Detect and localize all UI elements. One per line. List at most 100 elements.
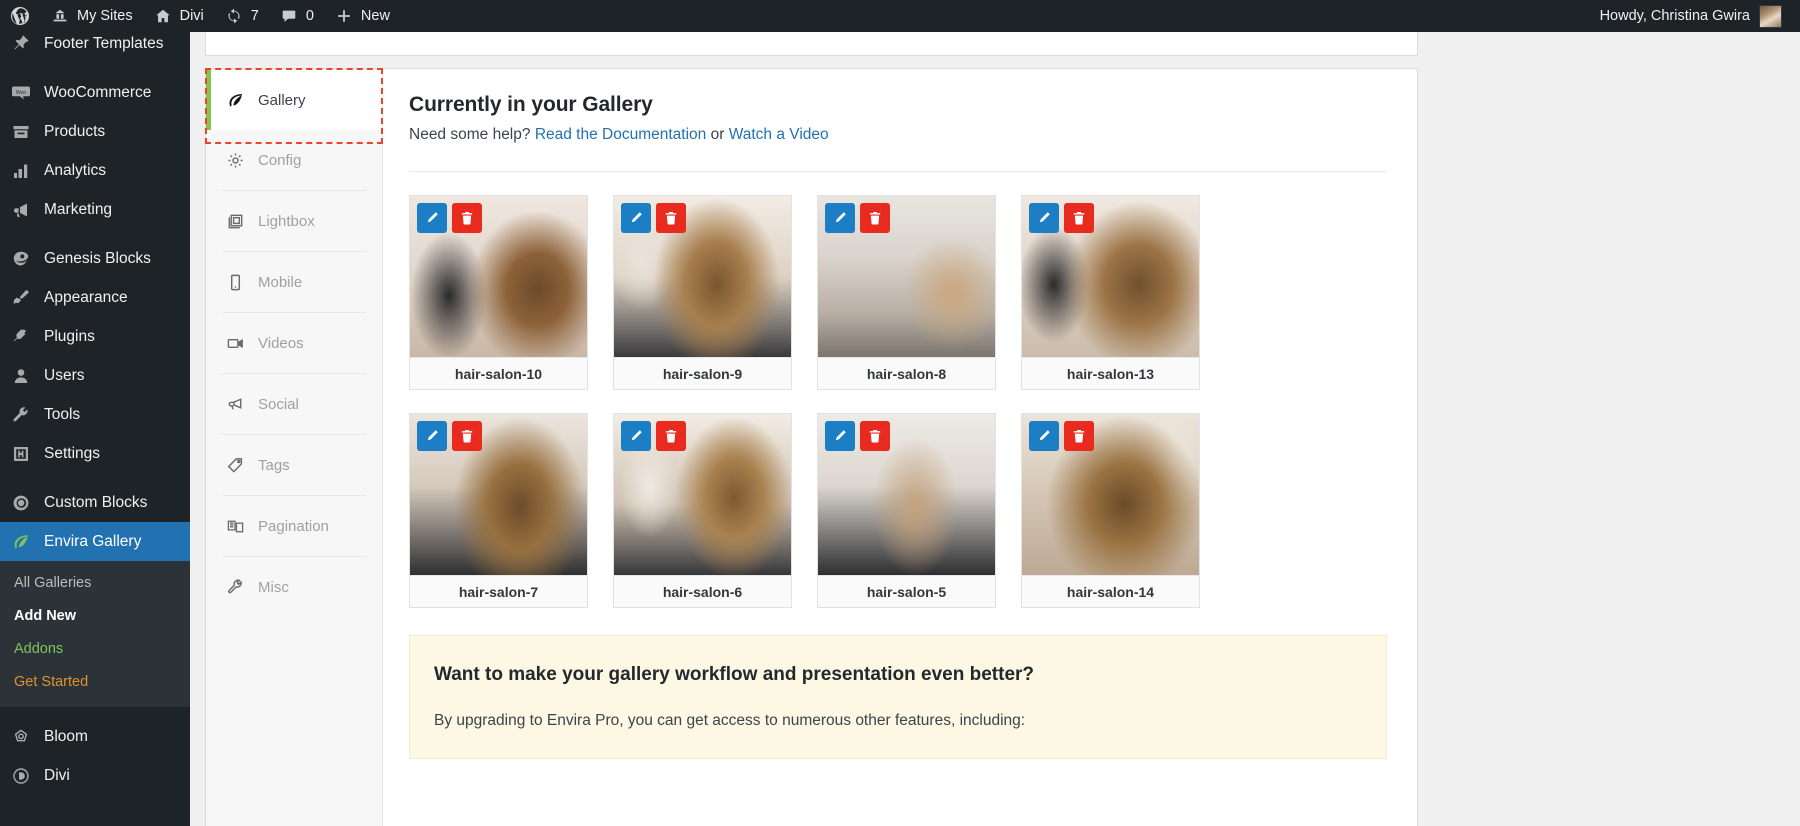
- paintbrush-icon: [10, 287, 32, 309]
- edit-image-button[interactable]: [825, 421, 855, 451]
- envira-gallery-submenu: All Galleries Add New Addons Get Started: [0, 561, 190, 707]
- sidebar-item-envira-gallery[interactable]: Envira Gallery: [0, 522, 190, 561]
- gallery-item[interactable]: hair-salon-6: [613, 413, 792, 608]
- sidebar-item-plugins[interactable]: Plugins: [0, 317, 190, 356]
- tab-social[interactable]: Social: [206, 374, 382, 434]
- comments-icon: [279, 6, 299, 26]
- gallery-item[interactable]: hair-salon-7: [409, 413, 588, 608]
- thumbnail-image-wrapper[interactable]: [614, 414, 791, 575]
- tab-label: Mobile: [258, 273, 303, 291]
- sidebar-item-products[interactable]: Products: [0, 112, 190, 151]
- thumbnail-image-wrapper[interactable]: [410, 414, 587, 575]
- admin-bar-wordpress-logo[interactable]: [0, 0, 40, 32]
- thumbnail-image-wrapper[interactable]: [818, 414, 995, 575]
- admin-bar-left: My Sites Divi 7 0 New: [0, 0, 400, 32]
- upgrade-promo-title: Want to make your gallery workflow and p…: [434, 664, 1035, 685]
- tab-config[interactable]: Config: [206, 130, 382, 190]
- edit-image-button[interactable]: [417, 203, 447, 233]
- delete-image-button[interactable]: [656, 203, 686, 233]
- sidebar-item-divi[interactable]: Divi: [0, 756, 190, 795]
- sidebar-item-label: Custom Blocks: [44, 493, 148, 511]
- tab-videos[interactable]: Videos: [206, 313, 382, 373]
- delete-image-button[interactable]: [1064, 421, 1094, 451]
- admin-bar-my-sites[interactable]: My Sites: [40, 0, 143, 32]
- tab-mobile[interactable]: Mobile: [206, 252, 382, 312]
- delete-image-button[interactable]: [1064, 203, 1094, 233]
- settings-icon: [10, 443, 32, 465]
- sidebar-item-label: Products: [44, 122, 106, 140]
- submenu-item-get-started[interactable]: Get Started: [0, 666, 190, 699]
- admin-bar-new-content[interactable]: New: [324, 0, 400, 32]
- submenu-item-add-new[interactable]: Add New: [0, 600, 190, 633]
- sidebar-item-analytics[interactable]: Analytics: [0, 151, 190, 190]
- thumbnail-actions: [825, 421, 890, 451]
- sidebar-item-custom-blocks[interactable]: Custom Blocks: [0, 483, 190, 522]
- gear-icon: [226, 151, 245, 170]
- edit-image-button[interactable]: [417, 421, 447, 451]
- analytics-icon: [10, 160, 32, 182]
- thumbnail-image-wrapper[interactable]: [818, 196, 995, 357]
- tab-pagination[interactable]: Pagination: [206, 496, 382, 556]
- sidebar-item-bloom[interactable]: Bloom: [0, 717, 190, 756]
- sidebar-item-settings[interactable]: Settings: [0, 434, 190, 473]
- help-text: Need some help? Read the Documentation o…: [409, 126, 1387, 144]
- page-body: Gallery Config Lightbox Mobile Videos So…: [190, 32, 1800, 826]
- gallery-item[interactable]: hair-salon-5: [817, 413, 996, 608]
- upgrade-promo-subtitle: By upgrading to Envira Pro, you can get …: [434, 712, 1026, 729]
- gallery-item[interactable]: hair-salon-14: [1021, 413, 1200, 608]
- thumbnail-image-wrapper[interactable]: [1022, 196, 1199, 357]
- tab-lightbox[interactable]: Lightbox: [206, 191, 382, 251]
- admin-bar-site-name-label: Divi: [179, 8, 204, 24]
- admin-bar-updates[interactable]: 7: [214, 0, 269, 32]
- thumbnail-image-wrapper[interactable]: [410, 196, 587, 357]
- delete-image-button[interactable]: [452, 421, 482, 451]
- edit-image-button[interactable]: [621, 203, 651, 233]
- admin-bar-my-sites-label: My Sites: [77, 8, 133, 24]
- delete-image-button[interactable]: [656, 421, 686, 451]
- menu-separator: [0, 229, 190, 239]
- mobile-icon: [226, 273, 245, 292]
- wrench-icon: [10, 404, 32, 426]
- thumbnail-image-wrapper[interactable]: [1022, 414, 1199, 575]
- sidebar-item-marketing[interactable]: Marketing: [0, 190, 190, 229]
- sidebar-item-appearance[interactable]: Appearance: [0, 278, 190, 317]
- sidebar-item-woocommerce[interactable]: Woo WooCommerce: [0, 73, 190, 112]
- gallery-item[interactable]: hair-salon-8: [817, 195, 996, 390]
- plug-icon: [10, 326, 32, 348]
- edit-image-button[interactable]: [1029, 421, 1059, 451]
- admin-bar-site-name[interactable]: Divi: [143, 0, 214, 32]
- admin-bar-comments[interactable]: 0: [269, 0, 324, 32]
- edit-image-button[interactable]: [825, 203, 855, 233]
- sidebar-item-genesis-blocks[interactable]: Genesis Blocks: [0, 239, 190, 278]
- help-mid: or: [706, 126, 729, 143]
- read-documentation-link[interactable]: Read the Documentation: [535, 126, 706, 143]
- sidebar-item-users[interactable]: Users: [0, 356, 190, 395]
- delete-image-button[interactable]: [452, 203, 482, 233]
- gallery-item[interactable]: hair-salon-9: [613, 195, 792, 390]
- edit-image-button[interactable]: [621, 421, 651, 451]
- gallery-item[interactable]: hair-salon-10: [409, 195, 588, 390]
- tab-tags[interactable]: Tags: [206, 435, 382, 495]
- submenu-item-all-galleries[interactable]: All Galleries: [0, 567, 190, 600]
- sites-icon: [50, 6, 70, 26]
- sidebar-item-label: Footer Templates: [44, 34, 164, 52]
- section-divider: [409, 171, 1387, 172]
- watch-video-link[interactable]: Watch a Video: [729, 126, 829, 143]
- admin-bar: My Sites Divi 7 0 New Howdy, Christina G…: [0, 0, 1800, 32]
- tab-misc[interactable]: Misc: [206, 557, 382, 617]
- delete-image-button[interactable]: [860, 203, 890, 233]
- edit-image-button[interactable]: [1029, 203, 1059, 233]
- tab-gallery[interactable]: Gallery: [206, 70, 382, 130]
- sidebar-item-label: Tools: [44, 405, 81, 423]
- sidebar-item-tools[interactable]: Tools: [0, 395, 190, 434]
- admin-bar-account-menu[interactable]: Howdy, Christina Gwira: [1600, 4, 1800, 28]
- gallery-item[interactable]: hair-salon-13: [1021, 195, 1200, 390]
- thumbnail-caption: hair-salon-10: [410, 357, 587, 389]
- delete-image-button[interactable]: [860, 421, 890, 451]
- thumbnail-actions: [417, 203, 482, 233]
- thumbnail-image-wrapper[interactable]: [614, 196, 791, 357]
- user-icon: [10, 365, 32, 387]
- upgrade-promo-box: Want to make your gallery workflow and p…: [409, 635, 1387, 759]
- envira-gallery-panel: Gallery Config Lightbox Mobile Videos So…: [205, 68, 1418, 826]
- submenu-item-addons[interactable]: Addons: [0, 633, 190, 666]
